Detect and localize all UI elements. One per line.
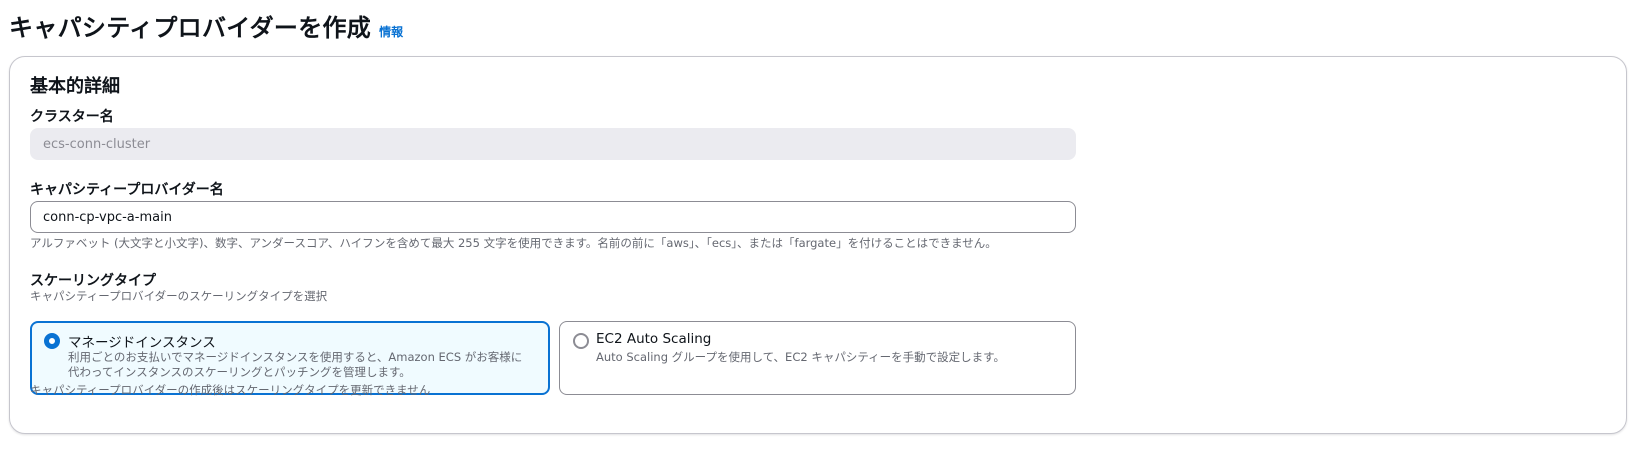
capacity-provider-name-input[interactable] bbox=[30, 201, 1076, 233]
cluster-name-input bbox=[30, 128, 1076, 160]
option-description: 利用ごとのお支払いでマネージドインスタンスを使用すると、Amazon ECS が… bbox=[68, 350, 523, 379]
page-header: キャパシティプロバイダーを作成 情報 bbox=[9, 8, 403, 43]
capacity-provider-name-constraint: アルファベット (大文字と小文字)、数字、アンダースコア、ハイフンを含めて最大 … bbox=[30, 236, 997, 250]
option-description: Auto Scaling グループを使用して、EC2 キャパシティーを手動で設定… bbox=[596, 350, 1005, 364]
scaling-type-description: キャパシティープロバイダーのスケーリングタイプを選択 bbox=[30, 289, 328, 303]
radio-selected-icon[interactable] bbox=[44, 333, 60, 349]
info-link[interactable]: 情報 bbox=[379, 23, 403, 40]
scaling-type-constraint: キャパシティープロバイダーの作成後はスケーリングタイプを更新できません bbox=[30, 383, 431, 397]
radio-unselected-icon[interactable] bbox=[573, 333, 589, 349]
page-title: キャパシティプロバイダーを作成 bbox=[9, 14, 372, 42]
scaling-type-label: スケーリングタイプ bbox=[30, 273, 156, 289]
basic-details-container: 基本的詳細 クラスター名 キャパシティープロバイダー名 アルファベット (大文字… bbox=[9, 56, 1627, 434]
page: キャパシティプロバイダーを作成 情報 基本的詳細 クラスター名 キャパシティープ… bbox=[0, 0, 1638, 449]
capacity-provider-name-label: キャパシティープロバイダー名 bbox=[30, 182, 224, 198]
cluster-name-label: クラスター名 bbox=[30, 109, 114, 125]
option-title: EC2 Auto Scaling bbox=[596, 331, 712, 347]
scaling-type-option-ec2-auto-scaling[interactable]: EC2 Auto Scaling Auto Scaling グループを使用して、… bbox=[559, 321, 1076, 395]
section-title: 基本的詳細 bbox=[30, 76, 120, 97]
option-title: マネージドインスタンス bbox=[68, 335, 216, 351]
